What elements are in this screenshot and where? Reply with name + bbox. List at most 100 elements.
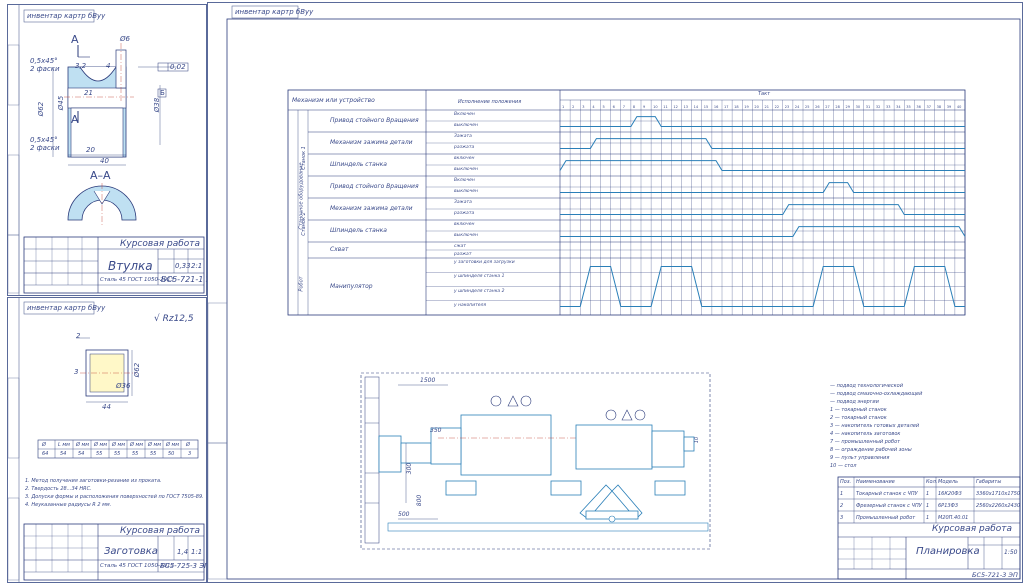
cyc-time-tick: 27	[825, 105, 829, 109]
cyc-time-tick: 23	[785, 105, 789, 109]
blank-table-h3: Ø мм	[94, 442, 108, 448]
layout-dim-2: 350	[430, 427, 442, 434]
cyc-time-tick: 18	[734, 105, 738, 109]
cyc-head-time: Такт	[758, 91, 771, 97]
cyc-time-tick: 32	[876, 105, 880, 109]
cyc-row-name: Механизм зажима детали	[330, 139, 413, 146]
blank-dim-c: Ø36	[116, 382, 131, 390]
runout-value: 0,02	[170, 63, 186, 71]
cyc-state-label: Включен	[454, 178, 475, 183]
bushing-scale: 2:1	[191, 262, 203, 270]
dim-len-total: 40	[100, 157, 109, 165]
cyc-time-tick: 36	[916, 105, 920, 109]
blank-work-title: Курсовая работа	[120, 526, 201, 536]
spec-cell: 6Р13Ф3	[938, 503, 959, 509]
legend-item: 3 — накопитель готовых деталей	[830, 423, 920, 429]
cyc-state-label: Включен	[454, 112, 475, 117]
cyc-time-tick: 35	[906, 105, 910, 109]
spec-cell: Фрезерный станок с ЧПУ	[856, 503, 922, 509]
cyc-group-2: Станок 2	[300, 212, 307, 236]
cyc-time-tick: 13	[684, 105, 688, 109]
blank-dim-len: 44	[102, 403, 111, 411]
layout-dim-5: 800	[416, 494, 424, 507]
cyc-time-tick: 15	[704, 105, 708, 109]
layout-dim-3: 300	[406, 462, 414, 475]
blank-scale: 1:1	[191, 548, 203, 556]
spec-cell: 1	[926, 491, 930, 497]
blank-note-4: 4. Неуказанные радиусы R 2 мм.	[25, 502, 112, 508]
cyc-group-1: Станок 1	[300, 146, 307, 170]
cyc-time-tick: 26	[815, 105, 819, 109]
spec-cell: Промышленный робот	[856, 515, 916, 521]
spec-cell: 1	[926, 515, 930, 521]
blank-sheet: инвентар картр бВуу √ Rz12,5 2 3 Ø36 Ø62…	[7, 297, 209, 583]
cyc-row-name: Привод стойного Вращения	[330, 117, 419, 124]
cyc-state-label: включен	[454, 222, 475, 227]
blank-table-h7: Ø мм	[166, 442, 180, 448]
blank-table-h5: Ø мм	[130, 442, 144, 448]
legend-item: 1 — токарный станок	[830, 407, 887, 413]
cyc-time-tick: 5	[603, 105, 605, 109]
cyc-time-tick: 4	[592, 105, 595, 109]
cyc-time-tick: 17	[724, 105, 728, 109]
cyc-row-name: Шпиндель станка	[330, 161, 387, 168]
runout-base: Б	[160, 89, 165, 97]
blank-table-v7: 50	[168, 451, 175, 457]
blank-table-v1: 54	[60, 451, 67, 457]
main-part-name: Планировка	[916, 546, 980, 557]
cyc-state-label: включен	[454, 156, 475, 161]
main-sheet: 1 2 3 4 5 6 7 8 9 10 11 12 13 14 15 16 17 18 19 20 21 22 23 24 2…	[207, 2, 1023, 583]
legend-item: 10 — стол	[830, 463, 857, 469]
dim-d-outer: Ø62	[37, 101, 46, 117]
dim-len-a: 20	[86, 146, 95, 154]
dim-chamfer-top: 0,5х45°	[30, 57, 58, 65]
blank-note-1: 1. Метод получения заготовки-резание из …	[25, 478, 162, 484]
cyc-state-label: выключен	[454, 233, 478, 238]
cyc-time-tick: 11	[663, 105, 667, 109]
legend-item: 7 — промышленный робот	[830, 439, 901, 445]
cyc-time-tick: 2	[572, 105, 574, 109]
blank-table-h6: Ø мм	[148, 442, 162, 448]
dim-chamfer-top-note: 2 фаски	[30, 65, 60, 73]
spec-header-cell: Наименование	[856, 479, 895, 485]
legend-item: — подвод смазочно-охлаждающей	[830, 391, 923, 397]
blank-table-h0: Ø	[42, 442, 46, 448]
layout-dim-1: 1500	[420, 377, 436, 384]
roughness-mark: √ Rz12,5	[154, 314, 194, 324]
cyc-state-label: выключен	[454, 167, 478, 172]
blank-table-v4: 55	[114, 451, 121, 457]
cyc-state-label: выключен	[454, 189, 478, 194]
cyc-time-tick: 10	[653, 105, 657, 109]
blank-table-v2: 54	[78, 451, 85, 457]
spec-cell: 16К20Ф3	[938, 491, 962, 497]
spec-cell: 1	[840, 491, 844, 497]
blank-dim-a: 2	[76, 332, 81, 340]
blank-note-2: 2. Твердость 28...34 HRC.	[25, 486, 92, 492]
blank-table-h1: L мм	[58, 442, 70, 448]
cyc-time-tick: 3	[582, 105, 584, 109]
cyc-state-label: у заготовки для загрузки	[454, 260, 515, 265]
cyc-state-label: разжат	[454, 252, 472, 257]
cyc-time-tick: 28	[835, 105, 839, 109]
cyc-time-tick: 12	[673, 105, 677, 109]
cyc-state-label: разжата	[454, 211, 475, 216]
cyc-head-left: Механизм или устройство	[292, 97, 375, 104]
cyc-row-name: Манипулятор	[330, 282, 373, 290]
section-mark-bottom: А	[71, 113, 79, 126]
cyc-time-tick: 30	[856, 105, 860, 109]
legend-item: 8 — ограждение рабочей зоны	[830, 447, 912, 453]
blank-table-h4: Ø мм	[112, 442, 126, 448]
cyc-time-tick: 7	[623, 105, 625, 109]
spec-header-cell: Кол.	[926, 479, 938, 485]
blank-table-v3: 55	[96, 451, 103, 457]
legend-item: 9 — пульт управления	[830, 455, 890, 461]
dim-d-bore: Ø45	[57, 95, 66, 111]
section-label: А–А	[90, 169, 111, 182]
cyc-state-label: у шпинделя станка 2	[454, 288, 505, 294]
cyc-time-tick: 40	[957, 105, 961, 109]
layout-plan	[360, 372, 711, 550]
cyc-time-tick: 8	[633, 105, 635, 109]
cyc-group-robot: Робот	[298, 276, 305, 292]
cyc-time-tick: 6	[613, 105, 615, 109]
spec-cell: 3	[840, 515, 844, 521]
